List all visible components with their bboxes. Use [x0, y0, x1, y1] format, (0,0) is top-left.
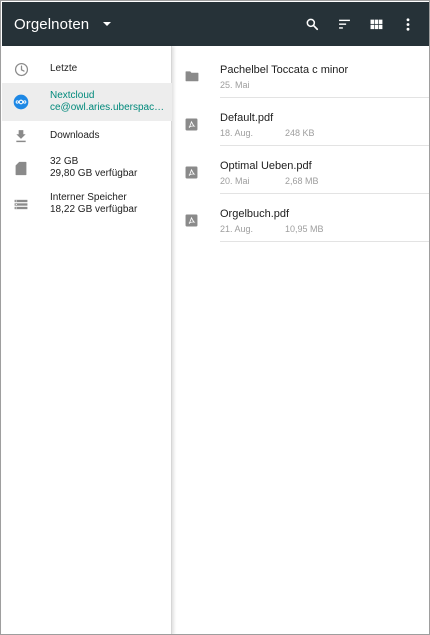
download-icon — [13, 128, 29, 144]
file-row-folder[interactable]: Pachelbel Toccata c minor 25. Mai — [173, 50, 429, 98]
root-label: Letzte — [50, 63, 78, 74]
folder-icon — [185, 71, 199, 82]
sort-button[interactable] — [328, 2, 360, 46]
root-item-nextcloud[interactable]: Nextcloud ce@owl.aries.uberspace.... — [2, 83, 172, 121]
search-button[interactable] — [296, 2, 328, 46]
toolbar-actions — [296, 2, 424, 46]
file-row-pdf[interactable]: Optimal Ueben.pdf 20. Mai 2,68 MB — [173, 146, 429, 194]
file-date: 25. Mai — [220, 80, 250, 90]
title-dropdown[interactable]: Orgelnoten — [2, 2, 112, 46]
sd-card-icon — [13, 160, 29, 176]
root-label: 32 GB 29,80 GB verfügbar — [50, 156, 138, 179]
file-row-pdf[interactable]: Default.pdf 18. Aug. 248 KB — [173, 98, 429, 146]
pdf-icon — [185, 118, 198, 131]
nextcloud-icon — [13, 94, 29, 110]
sort-icon — [338, 19, 350, 29]
toolbar-title: Orgelnoten — [14, 15, 90, 33]
root-item-recent[interactable]: Letzte — [2, 54, 172, 84]
root-item-sd-card[interactable]: 32 GB 29,80 GB verfügbar — [2, 152, 172, 184]
toolbar: Orgelnoten — [2, 2, 429, 46]
app-window: Orgelnoten Letzte Nextcloud ce@owl.aries… — [0, 0, 430, 635]
grid-view-button[interactable] — [360, 2, 392, 46]
root-label: Nextcloud ce@owl.aries.uberspace.... — [50, 90, 168, 113]
root-label: Downloads — [50, 130, 100, 141]
file-name: Optimal Ueben.pdf — [220, 160, 312, 172]
file-date: 21. Aug. — [220, 224, 254, 234]
file-size: 2,68 MB — [285, 176, 319, 186]
more-options-button[interactable] — [392, 2, 424, 46]
file-date: 20. Mai — [220, 176, 250, 186]
file-meta: 20. Mai 2,68 MB — [220, 176, 319, 186]
file-date: 18. Aug. — [220, 128, 254, 138]
root-label: Interner Speicher 18,22 GB verfügbar — [50, 192, 138, 215]
storage-icon — [13, 196, 29, 212]
file-meta: 18. Aug. 248 KB — [220, 128, 315, 138]
pdf-icon — [185, 166, 198, 179]
file-name: Orgelbuch.pdf — [220, 208, 290, 220]
file-row-pdf[interactable]: Orgelbuch.pdf 21. Aug. 10,95 MB — [173, 194, 429, 242]
row-divider — [220, 241, 429, 242]
root-item-internal-storage[interactable]: Interner Speicher 18,22 GB verfügbar — [2, 188, 172, 220]
file-size: 248 KB — [285, 128, 315, 138]
file-meta: 25. Mai — [220, 80, 285, 90]
roots-drawer: Letzte Nextcloud ce@owl.aries.uberspace.… — [2, 46, 172, 634]
dropdown-arrow-icon — [103, 22, 112, 26]
file-size: 10,95 MB — [285, 224, 324, 234]
file-name: Default.pdf — [220, 112, 274, 124]
grid-view-icon — [370, 19, 382, 29]
more-vert-icon — [406, 17, 410, 31]
file-list: Pachelbel Toccata c minor 25. Mai Defaul… — [173, 46, 429, 634]
root-item-downloads[interactable]: Downloads — [2, 122, 172, 150]
file-meta: 21. Aug. 10,95 MB — [220, 224, 324, 234]
search-icon — [306, 18, 319, 31]
pdf-icon — [185, 214, 198, 227]
file-name: Pachelbel Toccata c minor — [220, 64, 349, 76]
clock-icon — [13, 61, 29, 77]
